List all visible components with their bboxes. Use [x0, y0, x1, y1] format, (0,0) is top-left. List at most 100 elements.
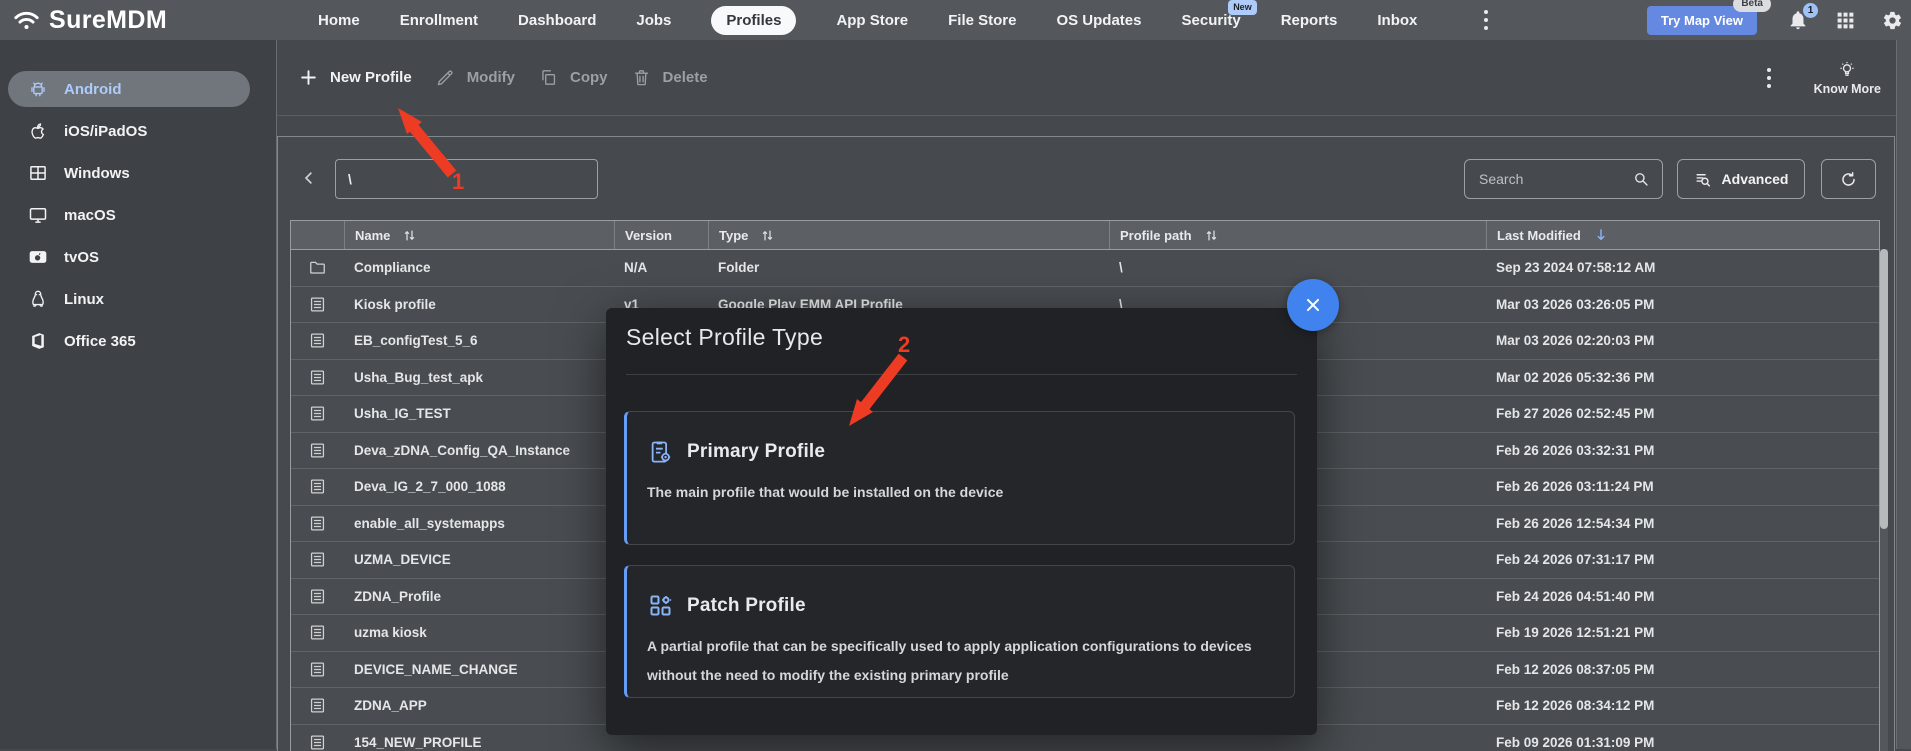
select-profile-type-dialog: Select Profile Type Primary ProfileThe m… [606, 308, 1317, 735]
column-header-type[interactable]: Type [708, 221, 1109, 249]
sort-arrows-icon [402, 228, 417, 243]
cell-name: Deva_zDNA_Config_QA_Instance [344, 443, 614, 458]
sidebar-item-office-365[interactable]: Office 365 [8, 323, 250, 359]
sidebar-item-linux[interactable]: Linux [8, 281, 250, 317]
column-label: Type [719, 228, 748, 243]
option-title: Primary Profile [687, 441, 825, 463]
settings-gear-icon[interactable] [1882, 10, 1903, 31]
nav-item-home[interactable]: Home [318, 12, 360, 29]
cell-name: enable_all_systemapps [344, 516, 614, 531]
search-icon [1632, 170, 1650, 188]
cell-modified: Feb 12 2026 08:37:05 PM [1486, 662, 1879, 677]
dialog-close-button[interactable] [1287, 279, 1339, 331]
sidebar-item-label: Linux [64, 291, 104, 308]
try-map-view-button[interactable]: Try Map View Beta [1647, 6, 1757, 35]
option-description: The main profile that would be installed… [647, 478, 1274, 507]
know-more-label: Know More [1814, 82, 1881, 96]
main-nav: Home Enrollment Dashboard Jobs Profiles App S… [318, 0, 1417, 40]
platform-sidebar: Android iOS/iPadOS Windows macOS tvOS Linux Of… [0, 40, 277, 749]
delete-button[interactable]: Delete [632, 68, 708, 87]
row-type-cell [291, 258, 344, 277]
cell-modified: Feb 26 2026 03:32:31 PM [1486, 443, 1879, 458]
nav-item-reports[interactable]: Reports [1281, 12, 1338, 29]
sidebar-item-android[interactable]: Android [8, 71, 250, 107]
sort-arrows-icon [1204, 228, 1219, 243]
row-type-cell [291, 660, 344, 679]
new-profile-button[interactable]: New Profile [299, 68, 412, 87]
profile-document-icon [308, 696, 327, 715]
nav-item-label: Profiles [726, 12, 781, 29]
column-label: Name [355, 228, 390, 243]
notifications-button[interactable]: 1 [1787, 9, 1809, 31]
cell-name: UZMA_DEVICE [344, 552, 614, 567]
cell-modified: Feb 27 2026 02:52:45 PM [1486, 406, 1879, 421]
column-header-name[interactable]: Name [344, 221, 614, 249]
search-box[interactable] [1464, 159, 1663, 199]
scrollbar-thumb[interactable] [1880, 249, 1888, 529]
refresh-button[interactable] [1821, 159, 1876, 199]
row-type-cell [291, 477, 344, 496]
toolbar-buttons: New Profile Modify Copy Delete [277, 68, 708, 87]
new-badge: New [1228, 0, 1257, 15]
column-header-profile-path[interactable]: Profile path [1109, 221, 1486, 249]
dialog-divider [626, 374, 1297, 375]
cell-modified: Mar 03 2026 02:20:03 PM [1486, 333, 1879, 348]
apple-icon [28, 121, 48, 141]
advanced-search-button[interactable]: Advanced [1677, 159, 1805, 199]
sidebar-item-tvos[interactable]: tvOS [8, 239, 250, 275]
nav-item-app-store[interactable]: App Store [836, 12, 908, 29]
nav-item-os-updates[interactable]: OS Updates [1056, 12, 1141, 29]
profile-document-icon [308, 441, 327, 460]
copy-button[interactable]: Copy [539, 68, 608, 87]
column-header-last-modified[interactable]: Last Modified [1486, 221, 1879, 249]
nav-item-jobs[interactable]: Jobs [636, 12, 671, 29]
linux-icon [28, 289, 48, 309]
apps-grid-icon[interactable] [1835, 10, 1856, 31]
row-type-cell [291, 696, 344, 715]
profile-document-icon [308, 368, 327, 387]
table-scrollbar[interactable] [1880, 249, 1888, 751]
column-header-version[interactable]: Version [614, 221, 708, 249]
top-navbar: SureMDM Home Enrollment Dashboard Jobs Profi… [0, 0, 1911, 40]
cell-name: ZDNA_Profile [344, 589, 614, 604]
column-label: Last Modified [1497, 228, 1581, 243]
nav-overflow-menu-icon[interactable] [1479, 8, 1493, 32]
table-row[interactable]: ComplianceN/AFolder\Sep 23 2024 07:58:12… [291, 250, 1879, 287]
windows-icon [28, 163, 48, 183]
profile-type-option-primary-profile[interactable]: Primary Profile The main profile that wou… [624, 411, 1295, 545]
sidebar-item-label: Windows [64, 165, 130, 182]
sidebar-item-windows[interactable]: Windows [8, 155, 250, 191]
cell-name: DEVICE_NAME_CHANGE [344, 662, 614, 677]
advanced-filter-icon [1694, 170, 1713, 189]
nav-item-label: OS Updates [1056, 12, 1141, 29]
sidebar-item-ios-ipados[interactable]: iOS/iPadOS [8, 113, 250, 149]
nav-item-profiles[interactable]: Profiles [711, 6, 796, 35]
sidebar-item-macos[interactable]: macOS [8, 197, 250, 233]
nav-item-security[interactable]: SecurityNew [1182, 12, 1241, 29]
brand: SureMDM [13, 0, 167, 40]
nav-item-dashboard[interactable]: Dashboard [518, 12, 596, 29]
modify-button[interactable]: Modify [436, 68, 515, 87]
profile-document-icon [308, 550, 327, 569]
sidebar-item-label: tvOS [64, 249, 99, 266]
pencil-icon [436, 68, 455, 87]
macos-icon [28, 205, 48, 225]
row-type-cell [291, 295, 344, 314]
cell-modified: Feb 24 2026 04:51:40 PM [1486, 589, 1879, 604]
toolbar-overflow-menu-icon[interactable] [1762, 66, 1776, 90]
profile-type-option-patch-profile[interactable]: Patch ProfileA partial profile that can … [624, 565, 1295, 698]
nav-item-inbox[interactable]: Inbox [1377, 12, 1417, 29]
search-input[interactable] [1477, 170, 1632, 188]
folder-path-input[interactable]: \ [335, 159, 598, 199]
nav-item-file-store[interactable]: File Store [948, 12, 1016, 29]
folder-icon [308, 258, 327, 277]
nav-item-enrollment[interactable]: Enrollment [400, 12, 478, 29]
column-header-icon[interactable] [291, 221, 344, 249]
cell-name: Usha_Bug_test_apk [344, 370, 614, 385]
column-label: Profile path [1120, 228, 1192, 243]
sidebar-item-label: iOS/iPadOS [64, 123, 147, 140]
cell-modified: Feb 24 2026 07:31:17 PM [1486, 552, 1879, 567]
folder-path-value: \ [348, 171, 352, 187]
back-chevron-button[interactable] [300, 169, 318, 187]
know-more-button[interactable]: Know More [1814, 60, 1881, 96]
